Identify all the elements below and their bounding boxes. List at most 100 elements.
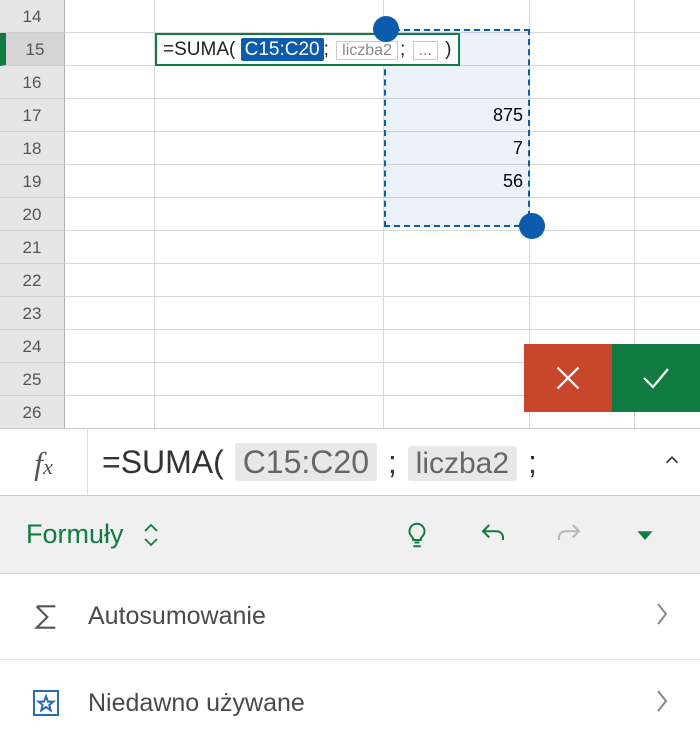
updown-icon	[142, 520, 160, 550]
cell[interactable]	[384, 330, 530, 363]
cell[interactable]	[155, 198, 384, 231]
row-header-25[interactable]: 25	[0, 363, 65, 396]
cell[interactable]	[530, 297, 635, 330]
cell[interactable]	[155, 330, 384, 363]
cell[interactable]	[530, 231, 635, 264]
undo-button[interactable]	[478, 520, 508, 550]
row-header-23[interactable]: 23	[0, 297, 65, 330]
cell[interactable]	[530, 198, 635, 231]
cell[interactable]	[65, 363, 155, 396]
ribbon-tab-label: Formuły	[26, 519, 124, 550]
ribbon-bar: Formuły	[0, 496, 700, 574]
cell[interactable]	[384, 264, 530, 297]
row-header-24[interactable]: 24	[0, 330, 65, 363]
cell[interactable]	[635, 33, 700, 66]
row-header-26[interactable]: 26	[0, 396, 65, 428]
redo-icon	[554, 520, 584, 550]
formula-token-range[interactable]: C15:C20	[235, 443, 377, 481]
row-header-19[interactable]: 19	[0, 165, 65, 198]
cell[interactable]	[530, 132, 635, 165]
cell[interactable]	[65, 99, 155, 132]
cell[interactable]	[635, 231, 700, 264]
cell[interactable]	[155, 363, 384, 396]
formula-prefix: =SUMA(	[102, 444, 224, 480]
undo-icon	[478, 520, 508, 550]
cell[interactable]	[65, 330, 155, 363]
spreadsheet-grid[interactable]: 14 15 16 17 18 19 20 21 22 23 24 25 26 8…	[0, 0, 700, 428]
cell[interactable]	[65, 66, 155, 99]
cell[interactable]	[635, 132, 700, 165]
cell[interactable]	[65, 198, 155, 231]
cell[interactable]	[65, 132, 155, 165]
cell[interactable]	[65, 297, 155, 330]
active-cell-editor[interactable]: =SUMA( C15:C20; liczba2; ... )	[155, 33, 460, 66]
lightbulb-button[interactable]	[402, 520, 432, 550]
cell[interactable]	[155, 165, 384, 198]
cell[interactable]	[65, 165, 155, 198]
row-header-15[interactable]: 15	[0, 33, 65, 66]
menu-recent[interactable]: Niedawno używane	[0, 660, 700, 746]
cell[interactable]	[530, 66, 635, 99]
cell[interactable]	[635, 264, 700, 297]
cell[interactable]	[155, 0, 384, 33]
cell[interactable]	[384, 396, 530, 428]
cell[interactable]	[155, 66, 384, 99]
cell[interactable]	[635, 0, 700, 33]
menu-autosum-label: Autosumowanie	[88, 602, 628, 631]
row-headers: 14 15 16 17 18 19 20 21 22 23 24 25 26	[0, 0, 65, 428]
chevron-right-icon	[654, 600, 670, 633]
cell[interactable]	[65, 33, 155, 66]
cell[interactable]	[155, 396, 384, 428]
cell[interactable]	[155, 99, 384, 132]
cell[interactable]	[530, 0, 635, 33]
cell[interactable]	[635, 165, 700, 198]
cell[interactable]	[384, 297, 530, 330]
row-header-17[interactable]: 17	[0, 99, 65, 132]
row-header-22[interactable]: 22	[0, 264, 65, 297]
cell[interactable]	[635, 66, 700, 99]
row-header-16[interactable]: 16	[0, 66, 65, 99]
cell[interactable]	[65, 396, 155, 428]
cell[interactable]	[65, 264, 155, 297]
formula-bar: fx =SUMA( C15:C20 ; liczba2 ;	[0, 428, 700, 496]
selection-handle-top[interactable]	[373, 16, 399, 42]
collapse-button[interactable]	[644, 449, 700, 476]
cell[interactable]	[65, 0, 155, 33]
row-header-21[interactable]: 21	[0, 231, 65, 264]
formula-range-token[interactable]: C15:C20	[241, 38, 324, 61]
cell[interactable]	[384, 363, 530, 396]
cell[interactable]	[155, 231, 384, 264]
edit-actions	[524, 344, 700, 412]
menu-recent-label: Niedawno używane	[88, 689, 628, 718]
formula-input[interactable]: =SUMA( C15:C20 ; liczba2 ;	[88, 444, 644, 481]
row-header-20[interactable]: 20	[0, 198, 65, 231]
cancel-button[interactable]	[524, 344, 612, 412]
cell[interactable]	[155, 132, 384, 165]
chevron-right-icon	[654, 687, 670, 720]
row-header-14[interactable]: 14	[0, 0, 65, 33]
cell[interactable]	[530, 99, 635, 132]
cell[interactable]	[530, 264, 635, 297]
redo-button[interactable]	[554, 520, 584, 550]
menu-autosum[interactable]: Autosumowanie	[0, 574, 700, 660]
cell[interactable]	[155, 264, 384, 297]
cell[interactable]	[155, 297, 384, 330]
row-header-18[interactable]: 18	[0, 132, 65, 165]
formula-token-arg[interactable]: liczba2	[408, 446, 517, 481]
cell[interactable]	[530, 33, 635, 66]
chevron-up-icon	[661, 449, 683, 471]
cell[interactable]	[635, 297, 700, 330]
cell[interactable]	[65, 231, 155, 264]
formula-prefix: =SUMA(	[163, 39, 235, 60]
more-button[interactable]	[630, 520, 660, 550]
cell[interactable]	[384, 231, 530, 264]
star-box-icon	[30, 687, 62, 719]
fx-icon[interactable]: fx	[0, 429, 88, 495]
ribbon-tab-selector[interactable]: Formuły	[0, 519, 160, 550]
cell[interactable]	[635, 198, 700, 231]
confirm-button[interactable]	[612, 344, 700, 412]
cell[interactable]	[635, 99, 700, 132]
close-icon	[550, 360, 586, 396]
cell[interactable]	[530, 165, 635, 198]
selection-handle-bottom[interactable]	[519, 213, 545, 239]
